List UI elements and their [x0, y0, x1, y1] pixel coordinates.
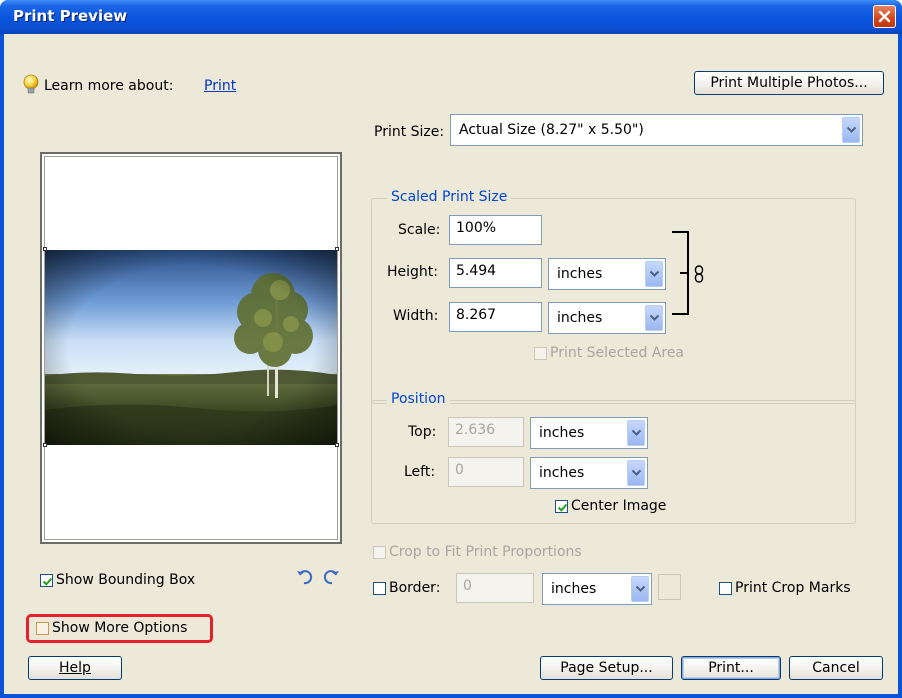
width-unit-dropdown[interactable]: inches [548, 302, 666, 334]
chevron-down-icon [649, 270, 660, 277]
bounding-box-handle[interactable] [335, 443, 339, 447]
show-bounding-box-label: Show Bounding Box [56, 572, 196, 588]
preview-page [43, 156, 339, 540]
left-input[interactable]: 0 [448, 457, 524, 487]
top-unit-dropdown[interactable]: inches [530, 417, 648, 449]
height-label: Height: [387, 264, 438, 280]
page-setup-button-label: Page Setup... [560, 660, 653, 676]
print-selected-area-checkbox[interactable] [534, 347, 547, 360]
print-size-label: Print Size: [374, 124, 445, 140]
print-multiple-photos-button[interactable]: Print Multiple Photos... [694, 71, 884, 95]
print-button[interactable]: Print... [681, 656, 781, 680]
scale-label: Scale: [398, 222, 441, 238]
print-crop-marks-checkbox[interactable] [719, 582, 732, 595]
height-unit-dropdown-arrow[interactable] [645, 261, 663, 287]
checkmark-icon [557, 503, 568, 512]
border-unit-dropdown-arrow[interactable] [631, 576, 649, 602]
border-color-swatch[interactable] [658, 574, 681, 600]
border-unit-value: inches [551, 581, 597, 597]
top-input[interactable]: 2.636 [448, 417, 524, 447]
border-checkbox[interactable] [373, 582, 386, 595]
chevron-down-icon [631, 429, 642, 436]
border-label: Border: [389, 580, 441, 596]
bounding-box-handle[interactable] [335, 247, 339, 251]
print-size-dropdown[interactable]: Actual Size (8.27" x 5.50") [450, 114, 863, 146]
width-unit-dropdown-arrow[interactable] [645, 305, 663, 331]
left-unit-dropdown-arrow[interactable] [627, 460, 645, 486]
position-legend: Position [387, 391, 450, 407]
border-unit-dropdown[interactable]: inches [542, 573, 652, 605]
center-image-checkbox[interactable] [555, 500, 568, 513]
print-button-label: Print... [708, 660, 754, 676]
height-unit-dropdown[interactable]: inches [548, 258, 666, 290]
print-size-dropdown-arrow[interactable] [842, 117, 860, 143]
help-button-label: Help [59, 660, 91, 676]
close-icon [878, 10, 891, 23]
height-unit-value: inches [557, 266, 603, 282]
width-input[interactable]: 8.267 [449, 302, 542, 332]
top-unit-dropdown-arrow[interactable] [627, 420, 645, 446]
print-preview-window: Print Preview Learn more about: Print Pr… [0, 0, 902, 698]
checkmark-icon [42, 577, 53, 586]
border-input[interactable]: 0 [456, 573, 534, 603]
chevron-down-icon [635, 585, 646, 592]
scaled-print-size-group [371, 198, 856, 404]
crop-to-fit-checkbox[interactable] [373, 546, 386, 559]
learn-more-print-link[interactable]: Print [204, 78, 236, 94]
top-unit-value: inches [539, 425, 585, 441]
learn-more-label: Learn more about: [44, 78, 174, 94]
scale-input[interactable]: 100% [449, 215, 542, 245]
window-title: Print Preview [13, 7, 128, 25]
width-unit-value: inches [557, 310, 603, 326]
bounding-box-handle[interactable] [43, 443, 47, 447]
center-image-label: Center Image [571, 498, 667, 514]
chevron-down-icon [846, 126, 857, 133]
rotate-left-icon[interactable] [296, 568, 314, 586]
top-label: Top: [408, 424, 437, 440]
lightbulb-icon [23, 74, 39, 94]
height-input[interactable]: 5.494 [449, 258, 542, 288]
chain-link-icon[interactable] [694, 265, 704, 283]
chevron-down-icon [649, 314, 660, 321]
title-bar[interactable]: Print Preview [0, 0, 902, 34]
cancel-button-label: Cancel [812, 660, 860, 676]
page-setup-button[interactable]: Page Setup... [540, 656, 673, 680]
close-button[interactable] [873, 5, 896, 28]
show-bounding-box-checkbox[interactable] [40, 574, 53, 587]
bounding-box-handle[interactable] [43, 247, 47, 251]
cancel-button[interactable]: Cancel [789, 656, 883, 680]
tree-landscape-image [45, 250, 337, 445]
left-label: Left: [404, 464, 436, 480]
left-unit-value: inches [539, 465, 585, 481]
dialog-client-area: Learn more about: Print Print Multiple P… [4, 34, 898, 694]
rotate-right-icon[interactable] [322, 568, 340, 586]
preview-photo[interactable] [45, 250, 337, 445]
width-label: Width: [393, 308, 439, 324]
print-size-value: Actual Size (8.27" x 5.50") [459, 122, 644, 138]
left-unit-dropdown[interactable]: inches [530, 457, 648, 489]
scaled-print-size-legend: Scaled Print Size [387, 189, 512, 205]
show-more-options-highlight [26, 614, 213, 643]
crop-to-fit-label: Crop to Fit Print Proportions [389, 544, 582, 560]
chevron-down-icon [631, 469, 642, 476]
print-crop-marks-label: Print Crop Marks [735, 580, 851, 596]
print-selected-area-label: Print Selected Area [550, 345, 685, 361]
print-preview-area [40, 152, 342, 544]
help-button[interactable]: Help [28, 656, 122, 680]
